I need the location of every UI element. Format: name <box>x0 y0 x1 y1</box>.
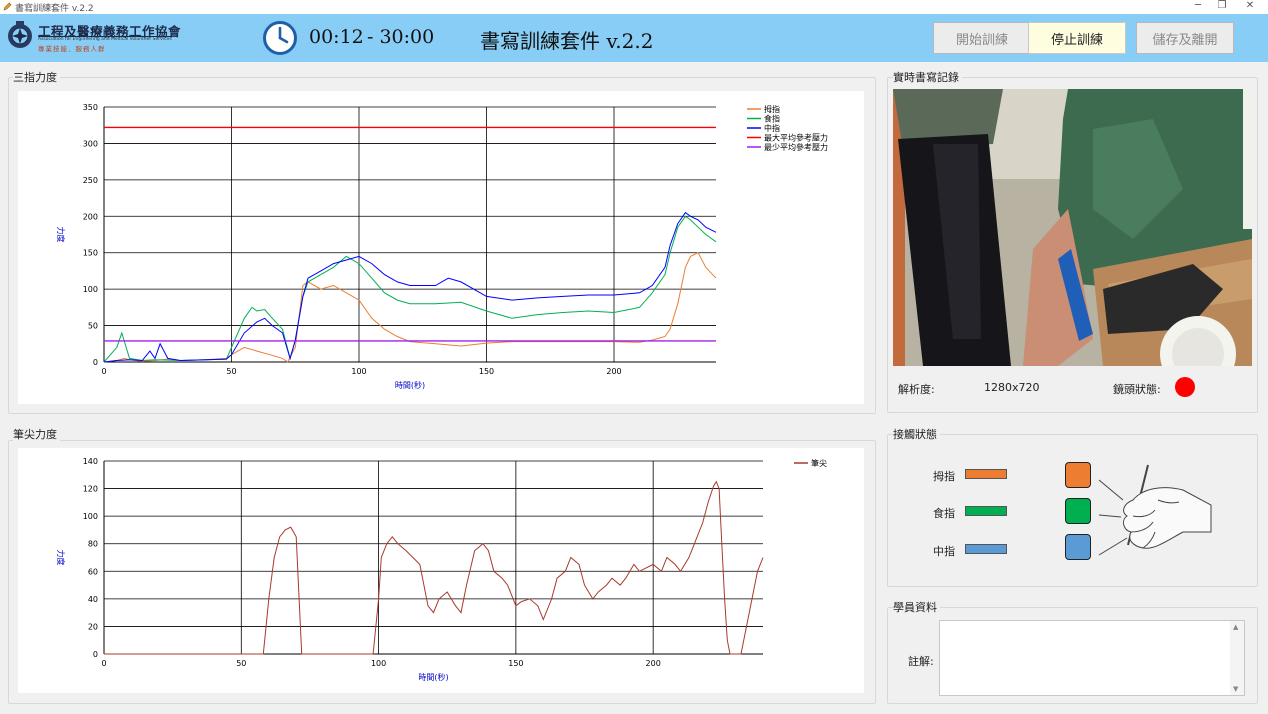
start-training-button[interactable]: 開始訓練 <box>933 22 1031 54</box>
legend-label-1: 筆尖 <box>811 458 827 468</box>
thumb-contact-indicator <box>1065 462 1091 488</box>
org-motto: 專業技能．服務人群 <box>38 45 106 53</box>
app-header: 工程及醫療義務工作協會 Association for Engineering … <box>0 14 1268 62</box>
resolution-value: 1280x720 <box>984 381 1040 394</box>
window-titlebar: 書寫訓練套件 v.2.2 ─ ❐ ✕ <box>0 0 1268 14</box>
student-info-label: 學員資料 <box>893 599 940 615</box>
hand-holding-pen-icon <box>1098 464 1212 556</box>
legend-label-4: 最大平均參考壓力 <box>764 133 828 143</box>
notes-label: 註解: <box>908 655 934 668</box>
x-tick-label: 0 <box>101 659 106 668</box>
y-tick-label: 50 <box>88 322 98 331</box>
app-title: 書寫訓練套件 v.2.2 <box>480 29 654 53</box>
notes-textarea[interactable]: ▲ ▼ <box>939 620 1245 696</box>
y-tick-label: 40 <box>88 595 98 604</box>
y-tick-label: 60 <box>88 567 98 576</box>
middle-contact-indicator <box>1065 534 1091 560</box>
index-bar <box>965 506 1007 516</box>
clock-icon <box>263 21 297 55</box>
x-tick-label: 150 <box>479 367 494 376</box>
y-tick-label: 300 <box>83 139 98 148</box>
y-tick-label: 0 <box>93 650 98 659</box>
pen-tip-label: 筆尖力度 <box>13 426 60 442</box>
y-tick-label: 140 <box>83 457 98 466</box>
x-tick-label: 150 <box>508 659 523 668</box>
three-finger-chart-svg: 0 50 100 150 200 250 300 350 0 50 100 150 200 時間(秒) 力度… <box>56 103 828 390</box>
scroll-up-icon[interactable]: ▲ <box>1233 623 1238 631</box>
x-tick-label: 200 <box>646 659 661 668</box>
pen-tip-chart-svg: 0 20 40 60 80 100 120 140 0 50 100 150 200 時間(秒) 力度 筆尖 <box>56 457 827 682</box>
save-exit-button[interactable]: 儲存及離開 <box>1136 22 1234 54</box>
index-label: 食指 <box>933 507 955 520</box>
x-tick-label: 100 <box>371 659 386 668</box>
x-tick-label: 100 <box>351 367 366 376</box>
lens-status-indicator <box>1175 377 1195 397</box>
y-tick-label: 120 <box>83 485 98 494</box>
timer-elapsed: 00:12 <box>309 26 364 48</box>
legend-label-2: 食指 <box>764 114 780 124</box>
three-finger-label: 三指力度 <box>13 69 60 85</box>
pen-tip-chart: 0 20 40 60 80 100 120 140 0 50 100 150 200 時間(秒) 力度 筆尖 <box>18 448 864 693</box>
stop-training-button[interactable]: 停止訓練 <box>1028 22 1126 54</box>
legend-label-3: 中指 <box>764 123 780 133</box>
three-finger-chart: 0 50 100 150 200 250 300 350 0 50 100 150 200 時間(秒) 力度… <box>18 91 864 404</box>
legend-label-5: 最少平均參考壓力 <box>764 142 828 152</box>
x-axis-label: 時間(秒) <box>418 672 448 682</box>
y-tick-label: 20 <box>88 622 98 631</box>
y-tick-label: 150 <box>83 249 98 258</box>
y-tick-label: 80 <box>88 540 98 549</box>
window-title: 書寫訓練套件 v.2.2 <box>15 4 94 14</box>
resolution-label: 解析度: <box>898 383 935 396</box>
legend-label-1: 拇指 <box>764 104 780 114</box>
x-tick-label: 50 <box>226 367 236 376</box>
timer-total: - 30:00 <box>367 26 435 48</box>
lens-status-label: 鏡頭狀態: <box>1113 383 1161 396</box>
y-tick-label: 200 <box>83 212 98 221</box>
index-contact-indicator <box>1065 498 1091 524</box>
series-line-1 <box>104 480 764 655</box>
x-tick-label: 50 <box>236 659 246 668</box>
y-tick-label: 100 <box>83 285 98 294</box>
org-logo-icon <box>8 21 32 48</box>
middle-bar <box>965 544 1007 554</box>
restore-button[interactable]: ❐ <box>1212 0 1232 11</box>
camera-feed <box>893 89 1252 366</box>
series-line-1 <box>103 252 717 363</box>
y-tick-label: 250 <box>83 176 98 185</box>
y-tick-label: 0 <box>93 358 98 367</box>
contact-status-label: 接觸狀態 <box>893 426 940 442</box>
y-tick-label: 350 <box>83 103 98 112</box>
org-english: Association for Engineering and Medical … <box>38 37 172 42</box>
y-axis-label: 力度 <box>56 227 66 243</box>
minimize-button[interactable]: ─ <box>1188 0 1208 11</box>
series-line-3 <box>103 211 717 363</box>
close-button[interactable]: ✕ <box>1240 0 1260 11</box>
scroll-down-icon[interactable]: ▼ <box>1233 685 1238 693</box>
live-record-label: 實時書寫記錄 <box>893 69 962 85</box>
x-tick-label: 200 <box>606 367 621 376</box>
x-axis-label: 時間(秒) <box>395 380 425 390</box>
x-tick-label: 0 <box>101 367 106 376</box>
y-tick-label: 100 <box>83 512 98 521</box>
notes-scrollbar[interactable]: ▲ ▼ <box>1230 621 1244 695</box>
y-axis-label: 力度 <box>56 550 66 566</box>
thumb-label: 拇指 <box>933 470 955 483</box>
pencil-icon <box>3 2 12 11</box>
middle-label: 中指 <box>933 545 955 558</box>
thumb-bar <box>965 469 1007 479</box>
